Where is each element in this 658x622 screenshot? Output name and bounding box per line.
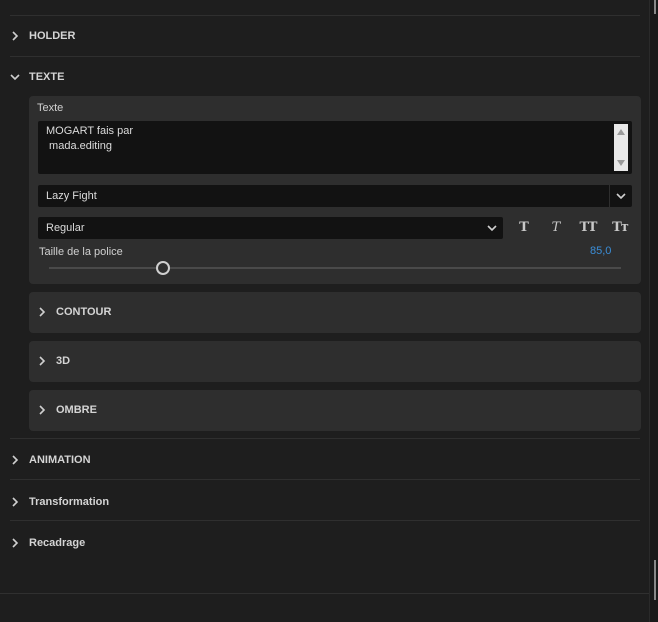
section-transformation-label: Transformation	[29, 496, 110, 508]
chevron-right-icon	[35, 354, 49, 368]
font-style-value: Regular	[46, 222, 85, 234]
all-caps-button[interactable]: TT	[577, 220, 599, 235]
scrollbar-mark	[654, 560, 656, 600]
font-size-label: Taille de la police	[39, 246, 123, 258]
font-size-value[interactable]: 85,0	[590, 245, 611, 257]
three-d-header[interactable]: 3D	[35, 341, 70, 381]
three-d-card[interactable]: 3D	[29, 341, 641, 382]
chevron-right-icon	[8, 29, 22, 43]
chevron-right-icon	[8, 536, 22, 550]
essential-graphics-panel: HOLDER TEXTE Texte MOGART fais par mada.…	[0, 0, 650, 622]
chevron-right-icon	[8, 495, 22, 509]
section-texte-header[interactable]: TEXTE	[8, 66, 64, 88]
text-properties-card: Texte MOGART fais par mada.editing Lazy …	[29, 96, 641, 284]
text-scrollbar[interactable]	[614, 124, 628, 171]
scrollbar-mark	[654, 0, 656, 14]
ombre-card[interactable]: OMBRE	[29, 390, 641, 431]
small-caps-button[interactable]: Tт	[609, 220, 631, 235]
font-family-select[interactable]: Lazy Fight	[38, 185, 632, 207]
font-size-slider-track[interactable]	[49, 267, 621, 269]
font-style-select[interactable]: Regular	[38, 217, 503, 239]
bold-button[interactable]: T	[513, 220, 535, 235]
section-recadrage-header[interactable]: Recadrage	[8, 532, 85, 554]
divider	[10, 15, 640, 16]
ombre-label: OMBRE	[56, 404, 97, 416]
ombre-header[interactable]: OMBRE	[35, 390, 97, 430]
section-animation-header[interactable]: ANIMATION	[8, 449, 91, 471]
divider	[10, 56, 640, 57]
italic-button[interactable]: T	[545, 220, 567, 235]
divider	[10, 479, 640, 480]
contour-label: CONTOUR	[56, 306, 112, 318]
chevron-right-icon	[35, 403, 49, 417]
font-family-value: Lazy Fight	[46, 190, 97, 202]
section-animation-label: ANIMATION	[29, 454, 91, 466]
contour-card[interactable]: CONTOUR	[29, 292, 641, 333]
chevron-down-icon	[481, 217, 503, 239]
text-line: MOGART fais par	[46, 125, 134, 137]
divider	[10, 438, 640, 439]
chevron-down-icon	[8, 70, 22, 84]
three-d-label: 3D	[56, 355, 71, 367]
text-field-label: Texte	[37, 102, 64, 114]
section-holder-header[interactable]: HOLDER	[8, 25, 75, 47]
panel-scrollbar[interactable]	[649, 0, 658, 622]
chevron-right-icon	[35, 305, 49, 319]
scroll-up-icon[interactable]	[617, 129, 625, 135]
section-transformation-header[interactable]: Transformation	[8, 491, 109, 513]
font-size-slider-thumb[interactable]	[156, 261, 171, 275]
chevron-right-icon	[8, 453, 22, 467]
contour-header[interactable]: CONTOUR	[35, 292, 111, 332]
section-recadrage-label: Recadrage	[29, 537, 86, 549]
section-texte-label: TEXTE	[29, 71, 65, 83]
divider	[0, 593, 650, 594]
scroll-down-icon[interactable]	[617, 160, 625, 166]
text-content-input[interactable]: MOGART fais par mada.editing	[38, 121, 632, 174]
divider	[10, 520, 640, 521]
chevron-down-icon[interactable]	[609, 185, 632, 207]
section-holder-label: HOLDER	[29, 30, 76, 42]
text-line: mada.editing	[46, 140, 113, 152]
